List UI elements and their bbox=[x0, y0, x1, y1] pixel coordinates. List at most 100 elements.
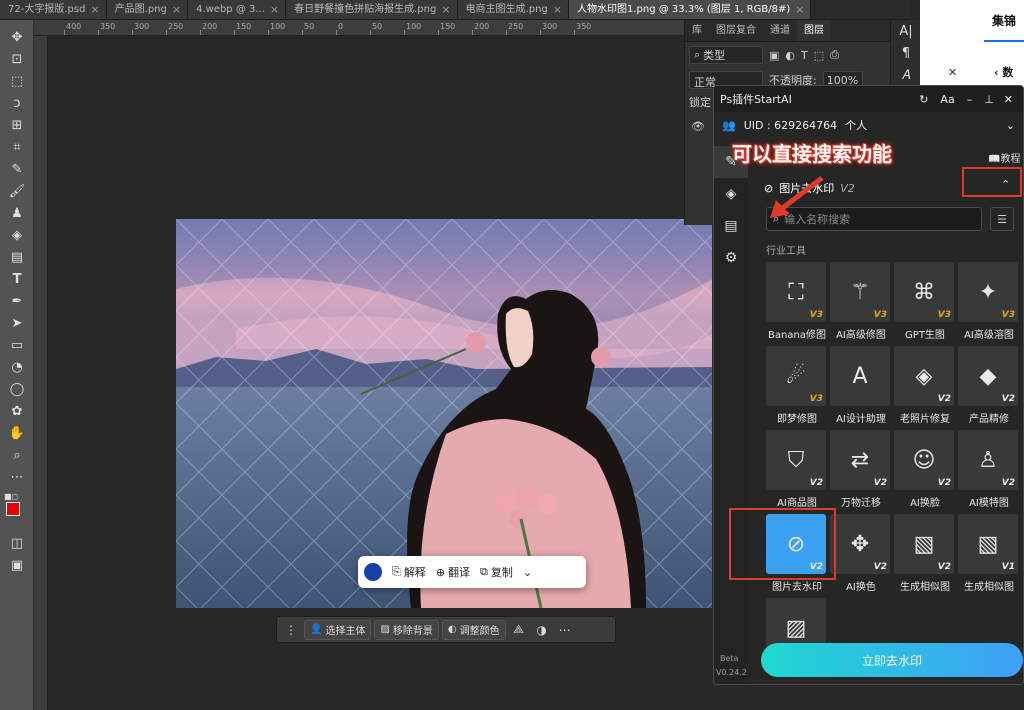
tool-card[interactable]: ⇄ V2 万物迁移 bbox=[830, 430, 892, 509]
ellipse-tool-icon[interactable]: ◯ bbox=[0, 378, 34, 400]
tool-card-icon-box[interactable]: ▧ V2 bbox=[894, 514, 954, 574]
marquee-tool-icon[interactable]: ⬚ bbox=[0, 70, 34, 92]
tool-card-icon-box[interactable]: ⌘ V3 bbox=[894, 262, 954, 322]
document-tab[interactable]: 4.webp @ 3... × bbox=[188, 0, 287, 19]
translate-button[interactable]: ⊕ 翻译 bbox=[436, 564, 470, 580]
pen-tool-icon[interactable]: ✒ bbox=[0, 290, 34, 312]
adjust-color-button[interactable]: ◐ 调整颜色 bbox=[441, 619, 506, 640]
tool-card[interactable]: ♙ V2 AI模特图 bbox=[958, 430, 1020, 509]
path-select-tool-icon[interactable]: ➤ bbox=[0, 312, 34, 334]
tool-card-icon-box[interactable]: ⛶ V3 bbox=[766, 262, 826, 322]
object-select-tool-icon[interactable]: ⊞ bbox=[0, 114, 34, 136]
eyedropper-tool-icon[interactable]: ✎ bbox=[0, 158, 34, 180]
custom-shape-icon[interactable]: ✿ bbox=[0, 400, 34, 422]
tool-card-icon-box[interactable]: ◈ V2 bbox=[894, 346, 954, 406]
type-filter-icon[interactable]: T bbox=[801, 49, 808, 62]
hand-tool-icon[interactable]: ✋ bbox=[0, 422, 34, 444]
smart-filter-icon[interactable]: ⎙ bbox=[830, 48, 839, 62]
tool-card[interactable]: ◆ V2 产品精修 bbox=[958, 346, 1020, 425]
tool-card[interactable]: ⌘ V3 GPT生图 bbox=[894, 262, 956, 341]
image-filter-icon[interactable]: ▣ bbox=[769, 49, 779, 62]
panel-sub[interactable]: ‹ 数 bbox=[994, 64, 1013, 80]
lasso-tool-icon[interactable]: ↄ bbox=[0, 92, 34, 114]
tab-library[interactable]: 库 bbox=[685, 20, 709, 41]
gradient-tool-icon[interactable]: ▤ bbox=[0, 246, 34, 268]
adjust-filter-icon[interactable]: ◐ bbox=[785, 49, 795, 62]
paragraph-icon[interactable]: ¶ bbox=[891, 42, 921, 64]
remove-watermark-button[interactable]: 立即去水印 bbox=[761, 643, 1023, 677]
tool-card[interactable]: ⚚ V3 AI高级修图 bbox=[830, 262, 892, 341]
list-view-icon[interactable]: ☰ bbox=[990, 207, 1014, 231]
tool-card-icon-box[interactable]: ☄ V3 bbox=[766, 346, 826, 406]
tool-card-icon-box[interactable]: ✦ V3 bbox=[958, 262, 1018, 322]
explain-button[interactable]: ⎘ 解释 bbox=[392, 564, 426, 580]
text-panel-icon[interactable]: A| bbox=[891, 20, 921, 42]
tab-close-icon[interactable]: × bbox=[553, 0, 562, 19]
account-type[interactable]: 个人 bbox=[845, 117, 867, 133]
tab-close-icon[interactable]: × bbox=[172, 0, 181, 19]
glyph-icon[interactable]: 𝐴 bbox=[891, 64, 921, 86]
transform-icon[interactable]: ⟁ bbox=[509, 622, 529, 637]
close-icon[interactable]: ✕ bbox=[948, 66, 957, 79]
minimize-icon[interactable]: – bbox=[967, 93, 973, 106]
chevron-down-icon[interactable]: ⌄ bbox=[523, 566, 532, 579]
stamp-tool-icon[interactable]: ♟ bbox=[0, 202, 34, 224]
tool-card[interactable]: ☺ V2 AI换脸 bbox=[894, 430, 956, 509]
tool-card[interactable]: ⛶ V3 Banana修图 bbox=[766, 262, 828, 341]
sidebar-layers-icon[interactable]: ◈ bbox=[714, 178, 748, 210]
chevron-down-icon[interactable]: ⌄ bbox=[1006, 119, 1015, 132]
tool-card[interactable]: ☄ V3 即梦修图 bbox=[766, 346, 828, 425]
tool-card-icon-box[interactable]: ☺ V2 bbox=[894, 430, 954, 490]
document-tab[interactable]: 72-大字报版.psd × bbox=[0, 0, 107, 19]
tool-card-icon-box[interactable]: ◆ V2 bbox=[958, 346, 1018, 406]
tool-card-icon-box[interactable]: ⇄ V2 bbox=[830, 430, 890, 490]
tool-card-icon-box[interactable]: ✥ V2 bbox=[830, 514, 890, 574]
rectangle-tool-icon[interactable]: ▭ bbox=[0, 334, 34, 356]
tool-card[interactable]: ◈ V2 老照片修复 bbox=[894, 346, 956, 425]
document-tab[interactable]: 电商主图生成.png × bbox=[457, 0, 569, 19]
tool-card-icon-box[interactable]: A bbox=[830, 346, 890, 406]
tool-card-icon-box[interactable]: ⛉ V2 bbox=[766, 430, 826, 490]
app-logo-icon[interactable] bbox=[364, 563, 382, 581]
extra-tools-icon[interactable]: ⋯ bbox=[0, 466, 34, 488]
zoom-tool-icon[interactable]: ⌕ bbox=[0, 444, 34, 466]
type-tool-icon[interactable]: T bbox=[0, 268, 34, 290]
tool-card-icon-box[interactable]: ♙ V2 bbox=[958, 430, 1018, 490]
eraser-tool-icon[interactable]: ◈ bbox=[0, 224, 34, 246]
sidebar-gear-icon[interactable]: ⚙ bbox=[714, 242, 748, 274]
tab-close-icon[interactable]: × bbox=[270, 0, 279, 19]
tool-card-icon-box[interactable]: ⚚ V3 bbox=[830, 262, 890, 322]
screen-mode-icon[interactable]: ▣ bbox=[0, 554, 34, 576]
artboard-tool-icon[interactable]: ⊡ bbox=[0, 48, 34, 70]
document-tab[interactable]: 春日野餐撞色拼贴海报生成.png × bbox=[286, 0, 458, 19]
copy-button[interactable]: ⧉ 复制 bbox=[480, 564, 513, 580]
close-icon[interactable]: ✕ bbox=[1004, 93, 1013, 106]
document-tab[interactable]: 产品图.png × bbox=[106, 0, 189, 19]
more-icon[interactable]: ⋯ bbox=[555, 623, 575, 637]
drag-handle-icon[interactable]: ⋮ bbox=[281, 623, 301, 637]
brush-tool-icon[interactable]: 🖌 bbox=[0, 180, 34, 202]
canvas-image[interactable] bbox=[176, 219, 712, 608]
layer-filter-select[interactable]: ⌕ 类型 bbox=[689, 46, 763, 64]
quick-mask-icon[interactable]: ◫ bbox=[0, 532, 34, 554]
sidebar-doc-icon[interactable]: ▤ bbox=[714, 210, 748, 242]
tool-card[interactable]: ⛉ V2 AI商品图 bbox=[766, 430, 828, 509]
tool-card-icon-box[interactable]: ▧ V1 bbox=[958, 514, 1018, 574]
select-subject-button[interactable]: 👤 选择主体 bbox=[304, 619, 372, 640]
remove-background-button[interactable]: ▨ 移除背景 bbox=[374, 619, 439, 640]
pin-icon[interactable]: ⊥ bbox=[984, 93, 994, 106]
tool-card[interactable]: ▧ V1 生成相似图 bbox=[958, 514, 1020, 593]
tool-card[interactable]: ✥ V2 AI换色 bbox=[830, 514, 892, 593]
tool-card[interactable]: ▧ V2 生成相似图 bbox=[894, 514, 956, 593]
tool-card[interactable]: A AI设计助理 bbox=[830, 346, 892, 425]
tab-layer-comps[interactable]: 图层复合 bbox=[709, 20, 763, 41]
tool-card[interactable]: ✦ V3 AI高级溶图 bbox=[958, 262, 1020, 341]
tab-close-icon[interactable]: × bbox=[441, 0, 450, 19]
tab-close-icon[interactable]: × bbox=[90, 0, 99, 19]
tutorial-link[interactable]: 📖教程 bbox=[988, 150, 1020, 165]
tab-layers[interactable]: 图层 bbox=[797, 20, 831, 41]
tab-channels[interactable]: 通道 bbox=[763, 20, 797, 41]
document-tab[interactable]: 人物水印图1.png @ 33.3% (图层 1, RGB/8#) × bbox=[569, 0, 812, 19]
color-swatches[interactable]: ■◻ bbox=[0, 488, 33, 532]
crop-tool-icon[interactable]: ⌗ bbox=[0, 136, 34, 158]
